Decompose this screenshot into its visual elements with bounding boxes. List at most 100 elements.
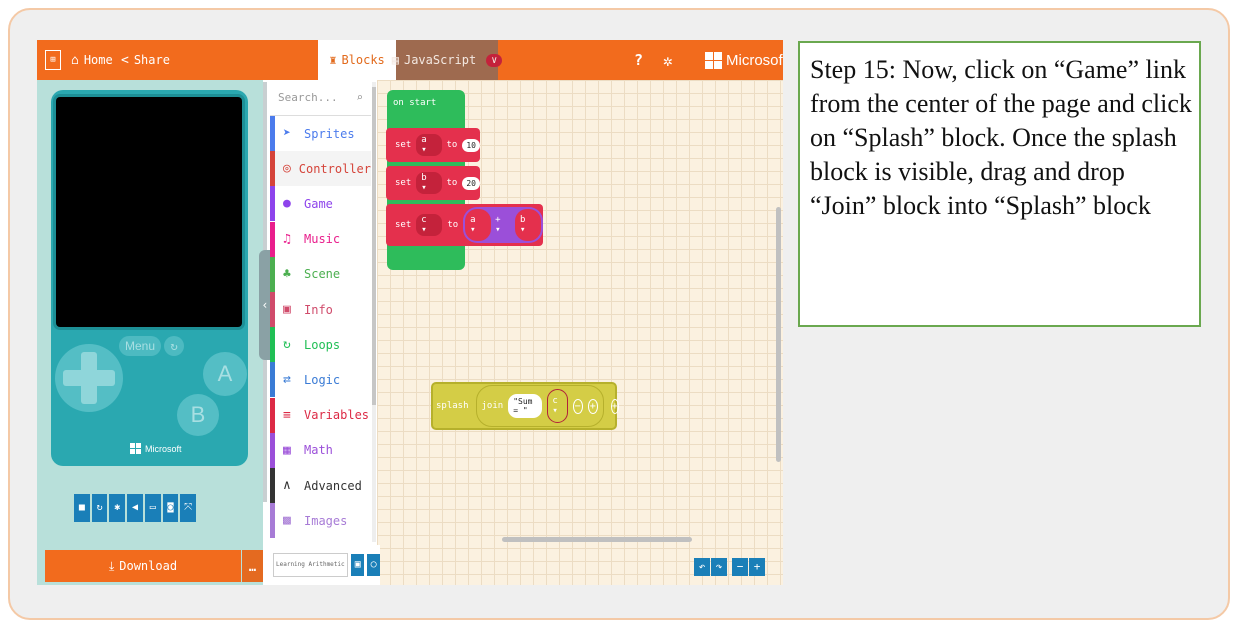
toolbox-category[interactable]: ♣ Scene [270,256,371,292]
variable-a-reporter[interactable]: a ▾ [465,209,492,241]
zoom-out-icon[interactable]: − [732,558,748,576]
minus-circle-icon[interactable]: − [572,398,583,414]
gamepad-icon: ◎ [283,161,291,177]
operator-dropdown[interactable]: + ▾ [495,215,511,235]
category-color-bar [270,432,275,468]
workspace-horizontal-scrollbar[interactable] [502,537,692,542]
chevron-up-icon: ∧ [283,478,291,493]
more-options-button[interactable]: … [242,550,263,582]
share-label: Share [133,53,170,67]
search-input[interactable]: Search... ⌕ [270,80,371,116]
github-icon[interactable]: ○ [367,554,380,576]
b-button[interactable]: B [177,394,219,436]
splash-block[interactable]: splash join "Sum = " c ▾ − + + [431,382,619,430]
simulator-screen[interactable] [56,97,242,327]
category-color-bar [270,397,275,433]
toolbox-category[interactable]: ≡ Variables [270,397,371,433]
category-color-bar [270,116,275,151]
category-label: Game [304,196,333,211]
join-block[interactable]: join "Sum = " c ▾ − + [475,385,604,427]
chevron-down-icon[interactable]: ∨ [486,53,503,67]
game-console: Menu ↻ A B Microsoft [51,90,248,466]
toolbox-category[interactable]: ♫ Music [270,221,371,257]
category-label: Variables [304,408,370,423]
toolbox-category[interactable]: ∧ Advanced [270,468,371,503]
set-keyword: set [395,140,412,150]
dpad[interactable] [55,344,123,412]
plus-circle-icon[interactable]: + [587,398,598,414]
toolbox-category[interactable]: ⇄ Logic [270,362,371,398]
tab-blocks-label: Blocks [341,53,385,67]
variable-c-reporter[interactable]: c ▾ [547,389,568,423]
toolbox-category[interactable]: ➤ Sprites [270,116,371,151]
search-icon: ⌕ [356,91,363,104]
workspace-controls: ↶ ↷ − + [694,558,765,576]
fullscreen-icon[interactable]: ⤧ [180,494,197,522]
stop-icon[interactable]: ■ [74,494,90,522]
home-icon: ⌂ [71,52,79,68]
toolbox: Search... ⌕ ➤ Sprites ◎ Controller ● Game ♫ Mus… [270,80,371,545]
list-icon: ≡ [283,407,291,423]
string-input[interactable]: "Sum = " [508,394,543,418]
category-label: Math [304,443,333,458]
debug-icon[interactable]: ✱ [109,494,126,522]
simulator-toolbar: ■ ↻ ✱ ◀ ▭ ◙ ⤧ [74,494,197,522]
plus-circle-icon[interactable]: + [610,398,619,414]
category-color-bar [270,186,275,222]
id-card-icon: ▣ [283,302,291,317]
undo-icon[interactable]: ↶ [694,558,710,576]
simulator-panel: Menu ↻ A B Microsoft ■ ↻ ✱ ◀ ▭ ◙ ⤧ ⤓ Dow… [37,80,263,585]
tab-blocks[interactable]: ♜ Blocks [318,40,396,80]
category-label: Images [304,513,348,528]
volume-icon[interactable]: ◀ [127,494,143,522]
microsoft-logo[interactable]: Microsoft [705,40,783,80]
instruction-note: Step 15: Now, click on “Game” link from … [798,41,1201,327]
workspace-vertical-scrollbar[interactable] [776,207,781,462]
variable-dropdown[interactable]: b ▾ [416,172,442,194]
screenshot-icon[interactable]: ◙ [162,494,179,522]
keyboard-icon[interactable]: ▭ [144,494,161,522]
a-button[interactable]: A [203,352,247,396]
category-label: Sprites [304,126,355,141]
set-c-block[interactable]: set c ▾ to a ▾ + ▾ b ▾ [386,204,543,246]
toolbox-category[interactable]: ↻ Loops [270,327,371,363]
share-icon: < [121,52,129,68]
arcade-logo-icon[interactable]: ⊞ [45,40,63,80]
console-brand-label: Microsoft [145,443,182,454]
variable-dropdown[interactable]: a ▾ [416,134,442,156]
category-color-bar [270,468,275,503]
set-b-block[interactable]: set b ▾ to 20 [386,166,480,200]
share-button[interactable]: < Share [121,40,170,80]
number-input[interactable]: 10 [462,138,480,152]
toolbox-category[interactable]: ▩ Images [270,503,371,539]
variable-b-reporter[interactable]: b ▾ [515,209,541,241]
zoom-in-icon[interactable]: + [749,558,765,576]
project-name-input[interactable]: Learning Arithmetic Ope [273,553,349,577]
toolbox-category[interactable]: ● Game [270,186,371,222]
toolbox-category[interactable]: ◎ Controller [270,151,371,187]
menu-button[interactable]: Menu [119,336,161,356]
download-icon: ⤓ [108,558,115,573]
tab-javascript[interactable]: ▤ JavaScript ∨ [392,40,503,80]
reset-icon[interactable]: ↻ [164,336,184,356]
category-label: Info [304,302,333,317]
home-button[interactable]: ⌂ Home [71,40,113,80]
restart-icon[interactable]: ↻ [91,494,108,522]
toolbox-scrollbar[interactable] [372,82,376,542]
toolbox-category[interactable]: ▣ Info [270,292,371,327]
save-icon[interactable]: ▣ [351,554,365,576]
variable-dropdown[interactable]: c ▾ [416,214,443,236]
math-add-block[interactable]: a ▾ + ▾ b ▾ [463,207,543,243]
dpad-horizontal [63,370,115,386]
redo-icon[interactable]: ↷ [711,558,727,576]
help-icon[interactable]: ? [634,40,643,80]
category-color-bar [270,151,275,187]
category-label: Advanced [304,478,362,493]
number-input[interactable]: 20 [462,176,480,190]
image-icon: ▩ [283,513,291,529]
download-button[interactable]: ⤓ Download [45,550,241,582]
gear-icon[interactable]: ✲ [663,40,673,80]
category-label: Logic [304,372,341,387]
set-a-block[interactable]: set a ▾ to 10 [386,128,480,162]
toolbox-category[interactable]: ▦ Math [270,432,371,468]
